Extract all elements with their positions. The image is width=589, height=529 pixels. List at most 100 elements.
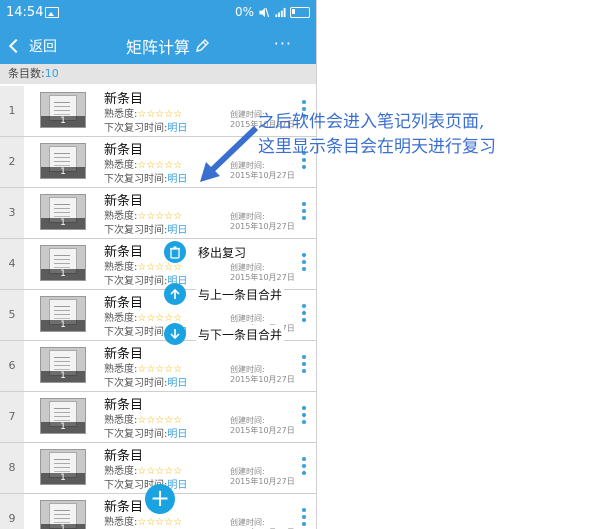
item-thumbnail[interactable]: 1 [40, 143, 86, 179]
status-time: 14:54 [6, 5, 44, 20]
kebab-icon[interactable] [302, 355, 306, 375]
annotation-line-2: 这里显示条目会在明天进行复习 [258, 137, 496, 157]
next-review-value: 明日 [167, 378, 188, 389]
image-icon [45, 7, 59, 18]
item-thumbnail[interactable]: 1 [40, 398, 86, 434]
next-review-label: 下次复习时间: [104, 225, 168, 236]
created-value: 2015年10月27日 [230, 477, 295, 486]
merge-next-option[interactable]: 与下一条目合并 [164, 322, 285, 346]
familiarity: 熟悉度:☆☆☆☆☆ [104, 360, 182, 375]
page-count-badge: 1 [41, 473, 85, 484]
item-index: 5 [0, 290, 24, 340]
page-title: 矩阵计算 [126, 38, 191, 57]
page-count-badge: 1 [41, 524, 85, 529]
created-label: 创建时间: [230, 365, 265, 374]
signal-icon [275, 7, 286, 17]
familiarity: 熟悉度:☆☆☆☆☆ [104, 207, 182, 222]
more-menu-button[interactable]: ··· [274, 34, 292, 53]
page-count-badge: 1 [41, 116, 85, 127]
list-item[interactable]: 7 1 新条目 熟悉度:☆☆☆☆☆ 下次复习时间:明日 创建时间: 2015年10月27日 [0, 392, 316, 443]
familiarity: 熟悉度:☆☆☆☆☆ [104, 513, 182, 528]
entry-count-label: 条目数: [8, 67, 45, 80]
created-label: 创建时间: [230, 416, 265, 425]
mute-icon [259, 7, 270, 17]
kebab-icon[interactable] [302, 406, 306, 426]
item-thumbnail[interactable]: 1 [40, 92, 86, 128]
next-review: 下次复习时间:明日 [104, 119, 187, 134]
page-count-badge: 1 [41, 422, 85, 433]
battery-icon [290, 6, 310, 18]
next-review-value: 明日 [167, 429, 188, 440]
familiarity: 熟悉度:☆☆☆☆☆ [104, 105, 182, 120]
remove-review-label: 移出复习 [196, 242, 249, 262]
next-review: 下次复习时间:明日 [104, 476, 187, 491]
next-review-label: 下次复习时间: [104, 429, 168, 440]
kebab-icon[interactable] [302, 508, 306, 528]
page-count-badge: 1 [41, 167, 85, 178]
kebab-icon[interactable] [302, 202, 306, 222]
next-review-label: 下次复习时间: [104, 378, 168, 389]
created-value: 2015年10月27日 [230, 375, 295, 384]
arrow-up-icon [164, 283, 186, 305]
kebab-icon[interactable] [302, 457, 306, 477]
created-time: 创建时间:2015年10月27日 [230, 467, 295, 487]
pencil-icon[interactable] [194, 38, 210, 54]
annotation-text: 之后软件会进入笔记列表页面, 这里显示条目会在明天进行复习 [258, 110, 496, 160]
created-time: 创建时间:2015年10月27日 [230, 365, 295, 385]
app-bar: 返回 矩阵计算 ··· [0, 26, 316, 64]
created-value: 2015年10月27日 [230, 426, 295, 435]
created-label: 创建时间: [230, 518, 265, 527]
trash-icon [164, 241, 186, 263]
list-item[interactable]: 6 1 新条目 熟悉度:☆☆☆☆☆ 下次复习时间:明日 创建时间: 2015年10月27日 [0, 341, 316, 392]
page-count-badge: 1 [41, 218, 85, 229]
familiarity: 熟悉度:☆☆☆☆☆ [104, 156, 182, 171]
plus-icon: + [149, 484, 171, 512]
next-review-label: 下次复习时间: [104, 174, 168, 185]
next-review: 下次复习时间:明日 [104, 425, 187, 440]
merge-previous-label: 与上一条目合并 [196, 284, 285, 304]
merge-previous-option[interactable]: 与上一条目合并 [164, 282, 285, 306]
phone-screen: 14:54 0% 返回 矩阵计算 ··· 条目数:10 1 1 新条目 熟悉度:☆☆☆… [0, 0, 317, 529]
kebab-icon[interactable] [302, 304, 306, 324]
page-title-group[interactable]: 矩阵计算 [126, 34, 210, 58]
item-thumbnail[interactable]: 1 [40, 500, 86, 529]
created-label: 创建时间: [230, 263, 265, 272]
item-thumbnail[interactable]: 1 [40, 296, 86, 332]
page-count-badge: 1 [41, 371, 85, 382]
item-index: 6 [0, 341, 24, 391]
item-index: 3 [0, 188, 24, 238]
item-thumbnail[interactable]: 1 [40, 245, 86, 281]
familiarity: 熟悉度:☆☆☆☆☆ [104, 411, 182, 426]
item-index: 1 [0, 86, 24, 136]
item-index: 2 [0, 137, 24, 187]
created-label: 创建时间: [230, 467, 265, 476]
item-thumbnail[interactable]: 1 [40, 449, 86, 485]
next-review: 下次复习时间:明日 [104, 170, 187, 185]
item-index: 9 [0, 494, 24, 529]
next-review: 下次复习时间:明日 [104, 221, 187, 236]
page-count-badge: 1 [41, 320, 85, 331]
remove-review-option[interactable]: 移出复习 [164, 240, 249, 264]
status-bar: 14:54 0% [0, 0, 316, 26]
created-time: 创建时间:2015年10月27日 [230, 518, 295, 529]
entry-count-value: 10 [44, 67, 59, 80]
item-thumbnail[interactable]: 1 [40, 194, 86, 230]
kebab-icon[interactable] [302, 253, 306, 273]
status-right: 0% [235, 5, 310, 19]
list-item[interactable]: 3 1 新条目 熟悉度:☆☆☆☆☆ 下次复习时间:明日 创建时间: 2015年10月27日 [0, 188, 316, 239]
created-time: 创建时间:2015年10月27日 [230, 263, 295, 283]
created-value: 2015年10月27日 [230, 222, 295, 231]
back-label: 返回 [29, 39, 57, 55]
item-thumbnail[interactable]: 1 [40, 347, 86, 383]
back-button[interactable]: 返回 [8, 36, 57, 56]
created-label: 创建时间: [230, 212, 265, 221]
next-review-label: 下次复习时间: [104, 327, 168, 338]
created-time: 创建时间:2015年10月27日 [230, 416, 295, 436]
familiarity: 熟悉度:☆☆☆☆☆ [104, 462, 182, 477]
entry-count-bar: 条目数:10 [0, 64, 316, 84]
add-entry-button[interactable]: + [145, 484, 175, 514]
next-review-value: 明日 [167, 123, 188, 134]
item-index: 4 [0, 239, 24, 289]
next-review-label: 下次复习时间: [104, 123, 168, 134]
item-index: 7 [0, 392, 24, 442]
